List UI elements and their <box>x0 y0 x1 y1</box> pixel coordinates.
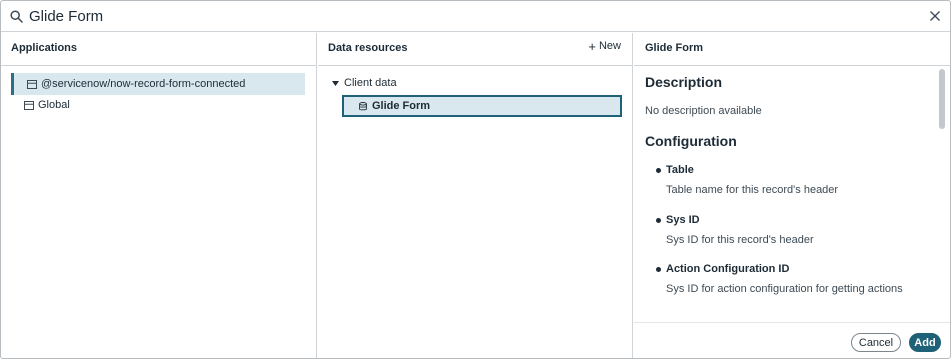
close-icon[interactable] <box>929 10 941 22</box>
data-resources-title: Data resources <box>328 42 408 54</box>
bullet <box>656 267 661 272</box>
tree-node-glide-form[interactable]: Glide Form <box>342 95 622 117</box>
application-item-label: @servicenow/now-record-form-connected <box>41 78 246 90</box>
config-field-name: Table <box>666 164 694 176</box>
tree-node-client-data[interactable]: Client data <box>332 77 397 89</box>
tree-node-label: Glide Form <box>372 100 431 112</box>
caret-down-icon[interactable] <box>332 80 339 86</box>
data-resources-panel: Data resources + New Client data Glide F… <box>318 33 633 358</box>
search-icon <box>10 10 23 23</box>
description-text: No description available <box>645 105 762 117</box>
config-field-description: Sys ID for action configuration for gett… <box>666 283 903 295</box>
detail-scrollbar[interactable] <box>939 67 945 311</box>
config-field-description: Sys ID for this record's header <box>666 234 814 246</box>
add-button[interactable]: Add <box>909 333 941 352</box>
search-bar <box>1 1 950 32</box>
tree-node-label: Client data <box>344 77 397 89</box>
detail-content: Description No description available Con… <box>634 67 934 311</box>
config-field-description: Table name for this record's header <box>666 184 839 196</box>
detail-title: Glide Form <box>645 42 704 54</box>
detail-header: Glide Form <box>634 33 950 66</box>
applications-panel: Applications @servicenow/now-record-form… <box>1 33 317 358</box>
application-item-global[interactable]: Global <box>11 94 305 116</box>
applications-header: Applications <box>1 33 316 66</box>
bullet <box>656 218 661 223</box>
bullet <box>656 168 661 173</box>
scrollbar-thumb[interactable] <box>939 69 945 129</box>
new-resource-label: New <box>598 40 621 52</box>
add-data-resource-dialog: Applications @servicenow/now-record-form… <box>0 0 951 359</box>
dialog-footer: Cancel Add <box>634 322 950 358</box>
new-resource-button[interactable]: + New <box>588 38 621 54</box>
table-icon <box>27 79 37 89</box>
plus-icon: + <box>588 38 596 54</box>
config-field-name: Action Configuration ID <box>666 263 790 275</box>
description-heading: Description <box>645 74 723 90</box>
application-item-label: Global <box>38 99 70 111</box>
resource-detail-panel: Glide Form Description No description av… <box>634 33 950 358</box>
application-item-now-record-form-connected[interactable]: @servicenow/now-record-form-connected <box>11 73 305 95</box>
table-icon <box>24 100 34 110</box>
data-resources-header: Data resources + New <box>318 33 632 66</box>
config-field-name: Sys ID <box>666 214 700 226</box>
search-input[interactable] <box>29 5 909 27</box>
configuration-heading: Configuration <box>645 133 737 149</box>
database-icon <box>359 101 367 110</box>
applications-title: Applications <box>11 42 78 54</box>
cancel-button[interactable]: Cancel <box>851 333 901 352</box>
